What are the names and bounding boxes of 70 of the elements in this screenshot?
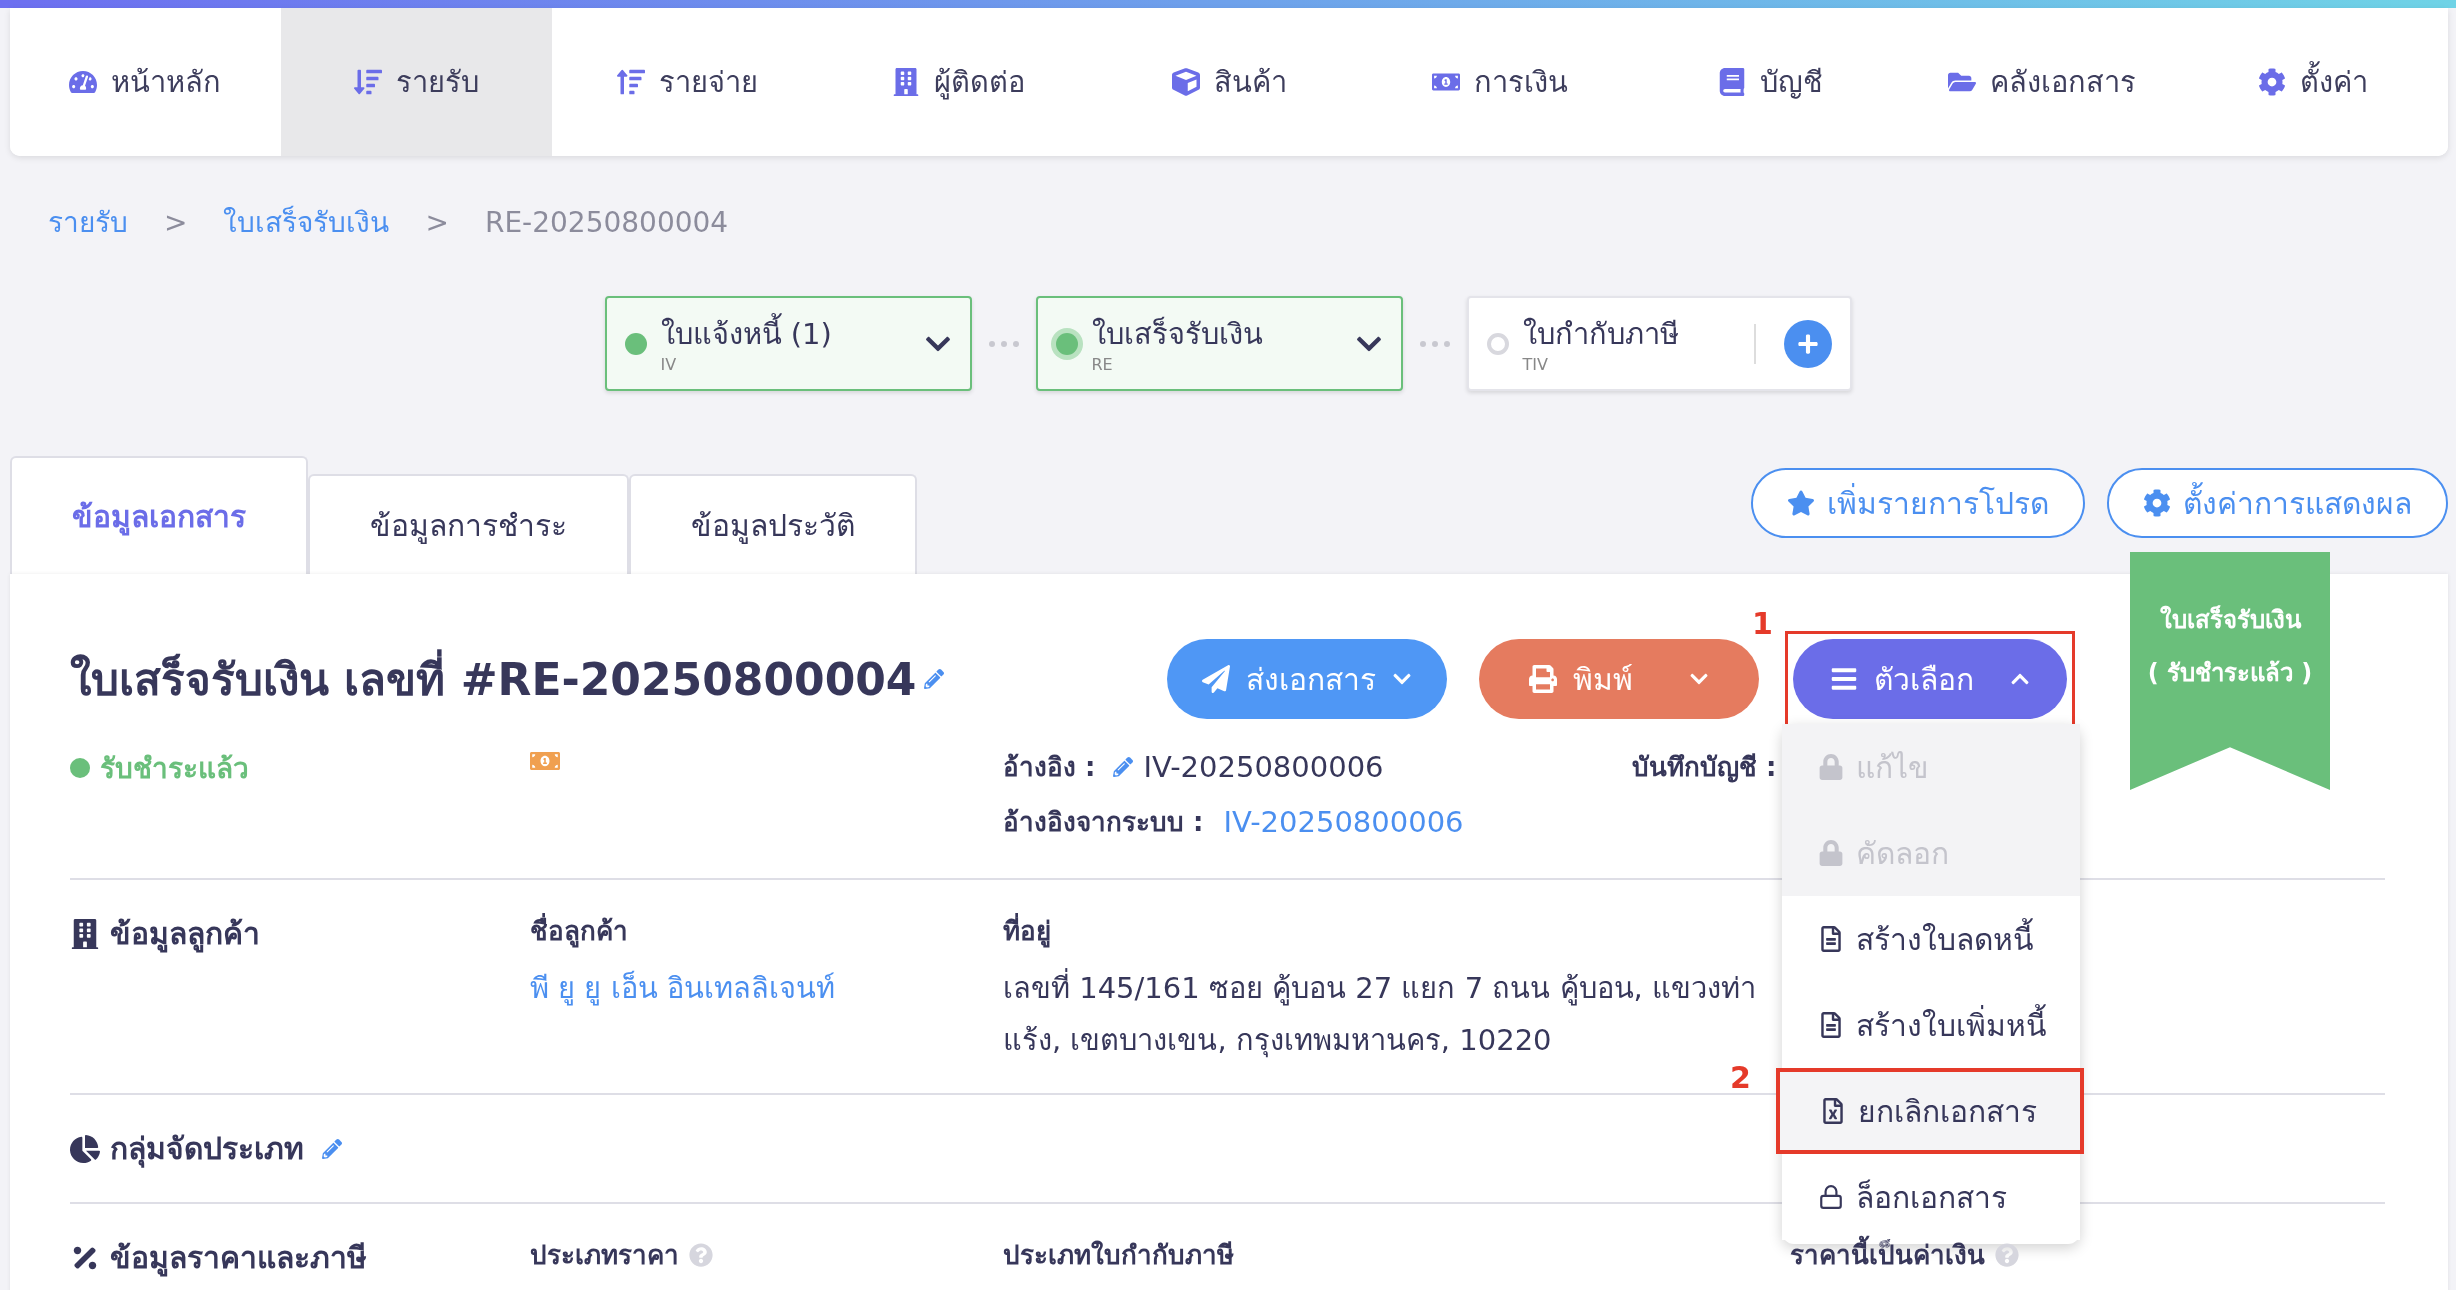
document-title: ใบเสร็จรับเงิน เลขที่ #RE-20250800004: [70, 644, 917, 714]
field-label: บันทึกบัญชี :: [1632, 751, 1777, 785]
star-icon: [1787, 489, 1815, 517]
sort-down-icon: [353, 68, 382, 96]
tab[interactable]: ข้อมูลเอกสาร: [10, 456, 308, 574]
nav-item[interactable]: ตั้งค่า: [2177, 8, 2448, 156]
nav-item[interactable]: บัญชี: [1635, 8, 1907, 156]
document-icon: [1818, 926, 1844, 952]
nav-item[interactable]: สินค้า: [1093, 8, 1365, 156]
ribbon-subtitle: ( รับชำระแล้ว ): [2147, 658, 2313, 689]
step-code: TIV: [1522, 355, 1549, 374]
lock-icon: [1818, 1184, 1844, 1210]
field-value: IV-20250800006: [1143, 749, 1384, 784]
step-label: ใบเสร็จรับเงิน: [1091, 315, 1264, 353]
tab[interactable]: ข้อมูลการชำระ: [308, 474, 629, 574]
section-heading: ข้อมูลลูกค้า: [110, 915, 260, 955]
ribbon-title: ใบเสร็จรับเงิน: [2159, 604, 2301, 636]
section-heading: ข้อมูลราคาและภาษี: [110, 1239, 367, 1279]
sort-up-icon: [616, 68, 645, 96]
lock-icon: [1818, 840, 1844, 866]
step-code: RE: [1091, 355, 1114, 374]
breadcrumb-current: RE-20250800004: [484, 205, 729, 239]
pencil-icon[interactable]: [924, 669, 945, 689]
address-line: เลขที่ 145/161 ซอย คู้บอน 27 แยก 7 ถนน คู้บอน, แขวงท่า: [1003, 965, 1756, 1011]
gauge-icon: [69, 68, 98, 96]
building-icon: [70, 918, 100, 949]
file-x-icon: [1820, 1098, 1846, 1124]
nav-item[interactable]: หน้าหลัก: [10, 8, 281, 156]
building-icon: [891, 68, 920, 96]
step-label: ใบกำกับภาษี: [1522, 315, 1680, 353]
annotation-number: 1: [1752, 606, 1773, 641]
plus-icon: [1796, 332, 1819, 355]
breadcrumb-separator: >: [425, 205, 449, 239]
book-icon: [1718, 68, 1747, 96]
pencil-icon[interactable]: [322, 1138, 342, 1159]
nav-item[interactable]: รายรับ: [280, 8, 552, 156]
document-step[interactable]: ใบเสร็จรับเงิน RE: [1035, 296, 1403, 391]
field-label: ประเภทราคา: [530, 1239, 679, 1272]
tab[interactable]: ข้อมูลประวัติ: [629, 474, 917, 574]
pie-chart-icon: [70, 1133, 100, 1164]
section-heading: กลุ่มจัดประเภท: [110, 1130, 304, 1170]
step-code: IV: [660, 355, 678, 374]
field-label: ที่อยู่: [1003, 910, 1051, 951]
settings-icon: [2257, 68, 2286, 96]
field-label: อ้างอิง :: [1003, 751, 1096, 784]
settings-icon: [2143, 489, 2171, 517]
annotation-number: 2: [1730, 1060, 1751, 1095]
document-step[interactable]: ใบกำกับภาษี TIV: [1466, 296, 1852, 391]
menu-item[interactable]: สร้างใบลดหนี้: [1782, 896, 2080, 982]
document-icon: [1818, 1012, 1844, 1038]
options-button[interactable]: ตัวเลือก: [1793, 639, 2067, 719]
nav-item[interactable]: ผู้ติดต่อ: [822, 8, 1094, 156]
nav-item[interactable]: การเงิน: [1364, 8, 1636, 156]
lock-icon: [1818, 754, 1844, 780]
pencil-icon[interactable]: [1113, 756, 1134, 777]
nav-item[interactable]: รายจ่าย: [551, 8, 823, 156]
address-line: แร้ง, เขตบางเขน, กรุงเทพมหานคร, 10220: [1003, 1022, 1552, 1060]
field-label: ชื่อลูกค้า: [530, 910, 628, 951]
printer-icon: [1529, 665, 1557, 693]
cube-icon: [1171, 68, 1200, 96]
status-text: รับชำระแล้ว: [100, 751, 249, 787]
field-label: ประเภทใบกำกับภาษี: [1003, 1239, 1234, 1272]
document-step[interactable]: ใบแจ้งหนี้ (1) IV: [604, 296, 972, 391]
breadcrumb-separator: >: [164, 205, 188, 239]
step-label: ใบแจ้งหนี้ (1): [660, 312, 910, 355]
send-icon: [1202, 665, 1230, 693]
field-label: อ้างอิงจากระบบ :: [1003, 806, 1204, 839]
menu-item[interactable]: สร้างใบเพิ่มหนี้: [1782, 982, 2080, 1068]
menu-icon: [1830, 665, 1858, 693]
nav-item[interactable]: คลังเอกสาร: [1906, 8, 2178, 156]
